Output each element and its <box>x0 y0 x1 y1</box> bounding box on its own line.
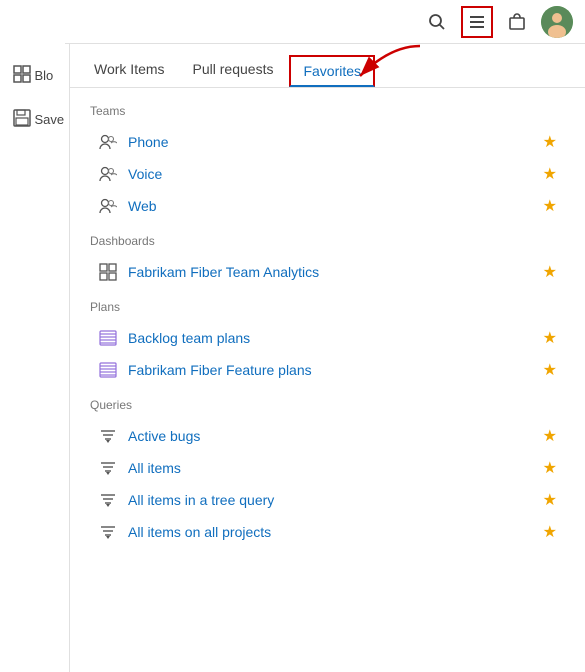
sidebar: Blo Save <box>0 0 70 672</box>
star-icon[interactable]: ★ <box>543 490 557 510</box>
query-icon <box>98 523 118 541</box>
list-item[interactable]: Fabrikam Fiber Team Analytics ★ <box>90 256 565 288</box>
avatar[interactable] <box>541 6 573 38</box>
section-label-plans: Plans <box>90 300 565 314</box>
item-text: All items in a tree query <box>128 492 533 508</box>
teams-icon <box>98 133 118 151</box>
star-icon[interactable]: ★ <box>543 426 557 446</box>
favorites-content: Teams Phone ★ V <box>70 88 585 564</box>
teams-icon <box>98 197 118 215</box>
plans-icon <box>98 329 118 347</box>
list-item[interactable]: All items ★ <box>90 452 565 484</box>
item-text: Fabrikam Fiber Team Analytics <box>128 264 533 280</box>
list-item[interactable]: All items in a tree query ★ <box>90 484 565 516</box>
list-item[interactable]: Fabrikam Fiber Feature plans ★ <box>90 354 565 386</box>
list-item[interactable]: Voice ★ <box>90 158 565 190</box>
sidebar-board-label: Blo <box>35 68 54 83</box>
star-icon[interactable]: ★ <box>543 328 557 348</box>
section-label-dashboards: Dashboards <box>90 234 565 248</box>
list-item[interactable]: Active bugs ★ <box>90 420 565 452</box>
bag-icon[interactable] <box>501 6 533 38</box>
tab-work-items[interactable]: Work Items <box>82 53 177 87</box>
star-icon[interactable]: ★ <box>543 458 557 478</box>
save-icon <box>13 109 31 130</box>
item-text: All items <box>128 460 533 476</box>
star-icon[interactable]: ★ <box>543 262 557 282</box>
item-text: Voice <box>128 166 533 182</box>
star-icon[interactable]: ★ <box>543 164 557 184</box>
star-icon[interactable]: ★ <box>543 196 557 216</box>
tab-favorites[interactable]: Favorites <box>289 55 375 87</box>
list-item[interactable]: Backlog team plans ★ <box>90 322 565 354</box>
list-item[interactable]: Phone ★ <box>90 126 565 158</box>
tab-bar: Work Items Pull requests Favorites <box>70 44 585 88</box>
section-label-teams: Teams <box>90 104 565 118</box>
sidebar-item-save[interactable]: Save <box>5 99 65 139</box>
menu-icon[interactable] <box>461 6 493 38</box>
star-icon[interactable]: ★ <box>543 522 557 542</box>
item-text: All items on all projects <box>128 524 533 540</box>
star-icon[interactable]: ★ <box>543 132 557 152</box>
query-icon <box>98 491 118 509</box>
item-text: Backlog team plans <box>128 330 533 346</box>
board-icon <box>13 65 31 86</box>
sidebar-save-label: Save <box>35 112 65 127</box>
item-text: Web <box>128 198 533 214</box>
query-icon <box>98 427 118 445</box>
main-panel: Work Items Pull requests Favorites Teams… <box>70 44 585 672</box>
search-icon[interactable] <box>421 6 453 38</box>
sidebar-item-board[interactable]: Blo <box>5 55 65 95</box>
item-text: Phone <box>128 134 533 150</box>
query-icon <box>98 459 118 477</box>
list-item[interactable]: All items on all projects ★ <box>90 516 565 548</box>
dashboard-icon <box>98 263 118 281</box>
plans-icon <box>98 361 118 379</box>
item-text: Fabrikam Fiber Feature plans <box>128 362 533 378</box>
teams-icon <box>98 165 118 183</box>
star-icon[interactable]: ★ <box>543 360 557 380</box>
section-label-queries: Queries <box>90 398 565 412</box>
list-item[interactable]: Web ★ <box>90 190 565 222</box>
top-bar <box>65 0 585 44</box>
item-text: Active bugs <box>128 428 533 444</box>
tab-pull-requests[interactable]: Pull requests <box>181 53 286 87</box>
